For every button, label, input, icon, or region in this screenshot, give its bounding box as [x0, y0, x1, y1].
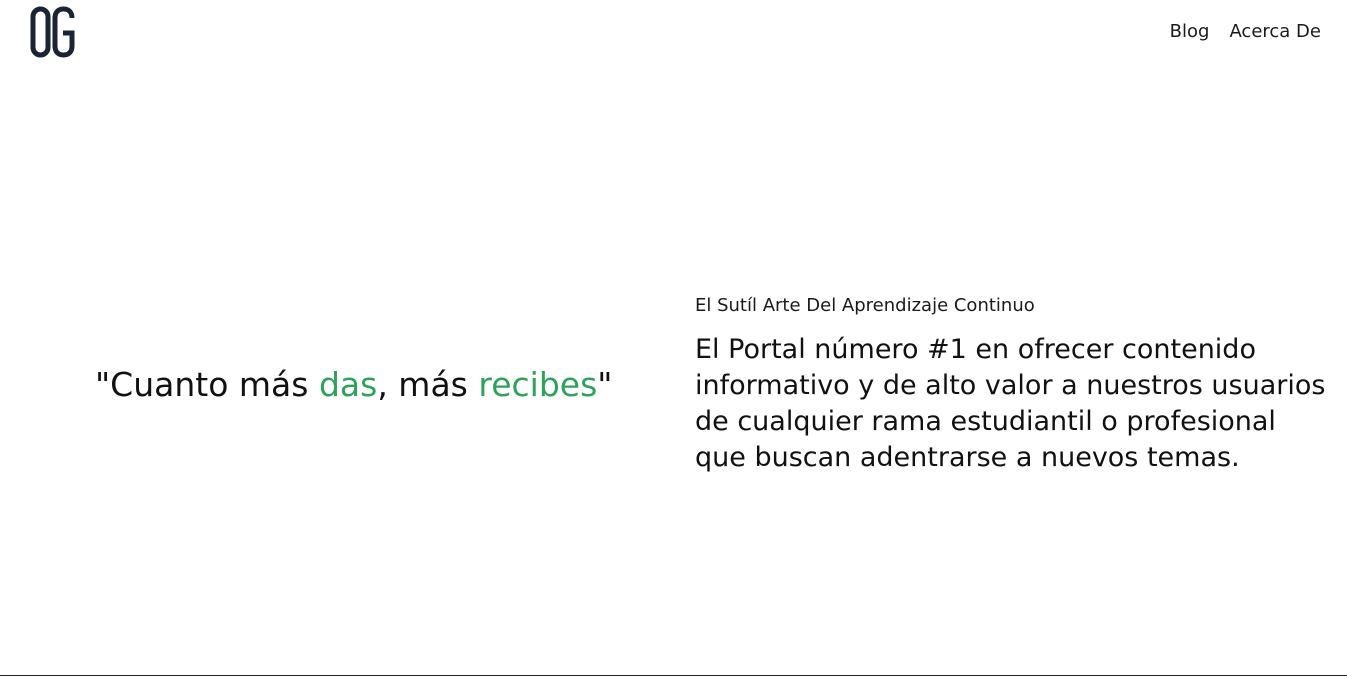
main-nav: Blog Acerca De	[1170, 20, 1321, 44]
hero-subtitle: El Sutíl Arte Del Aprendizaje Continuo	[695, 295, 1035, 316]
hero-description: El Portal número #1 en ofrecer contenido…	[695, 334, 1326, 473]
nav-link-blog[interactable]: Blog	[1170, 20, 1210, 44]
hero-quote: "Cuanto más das, más recibes"	[95, 365, 612, 405]
site-header: Blog Acerca De	[0, 0, 1347, 64]
quote-highlight-recibes: recibes	[478, 365, 598, 404]
nav-link-acerca-de[interactable]: Acerca De	[1229, 20, 1321, 44]
quote-open: "Cuanto más	[95, 365, 319, 404]
quote-close: "	[597, 365, 613, 404]
og-logo-icon	[30, 6, 75, 58]
quote-middle: , más	[377, 365, 479, 404]
page: Blog Acerca De "Cuanto más das, más reci…	[0, 0, 1347, 677]
hero-intro: El Sutíl Arte Del Aprendizaje Continuo E…	[695, 293, 1335, 476]
logo-link[interactable]	[30, 6, 76, 58]
quote-highlight-das: das	[318, 365, 378, 404]
bottom-divider	[0, 675, 1347, 676]
